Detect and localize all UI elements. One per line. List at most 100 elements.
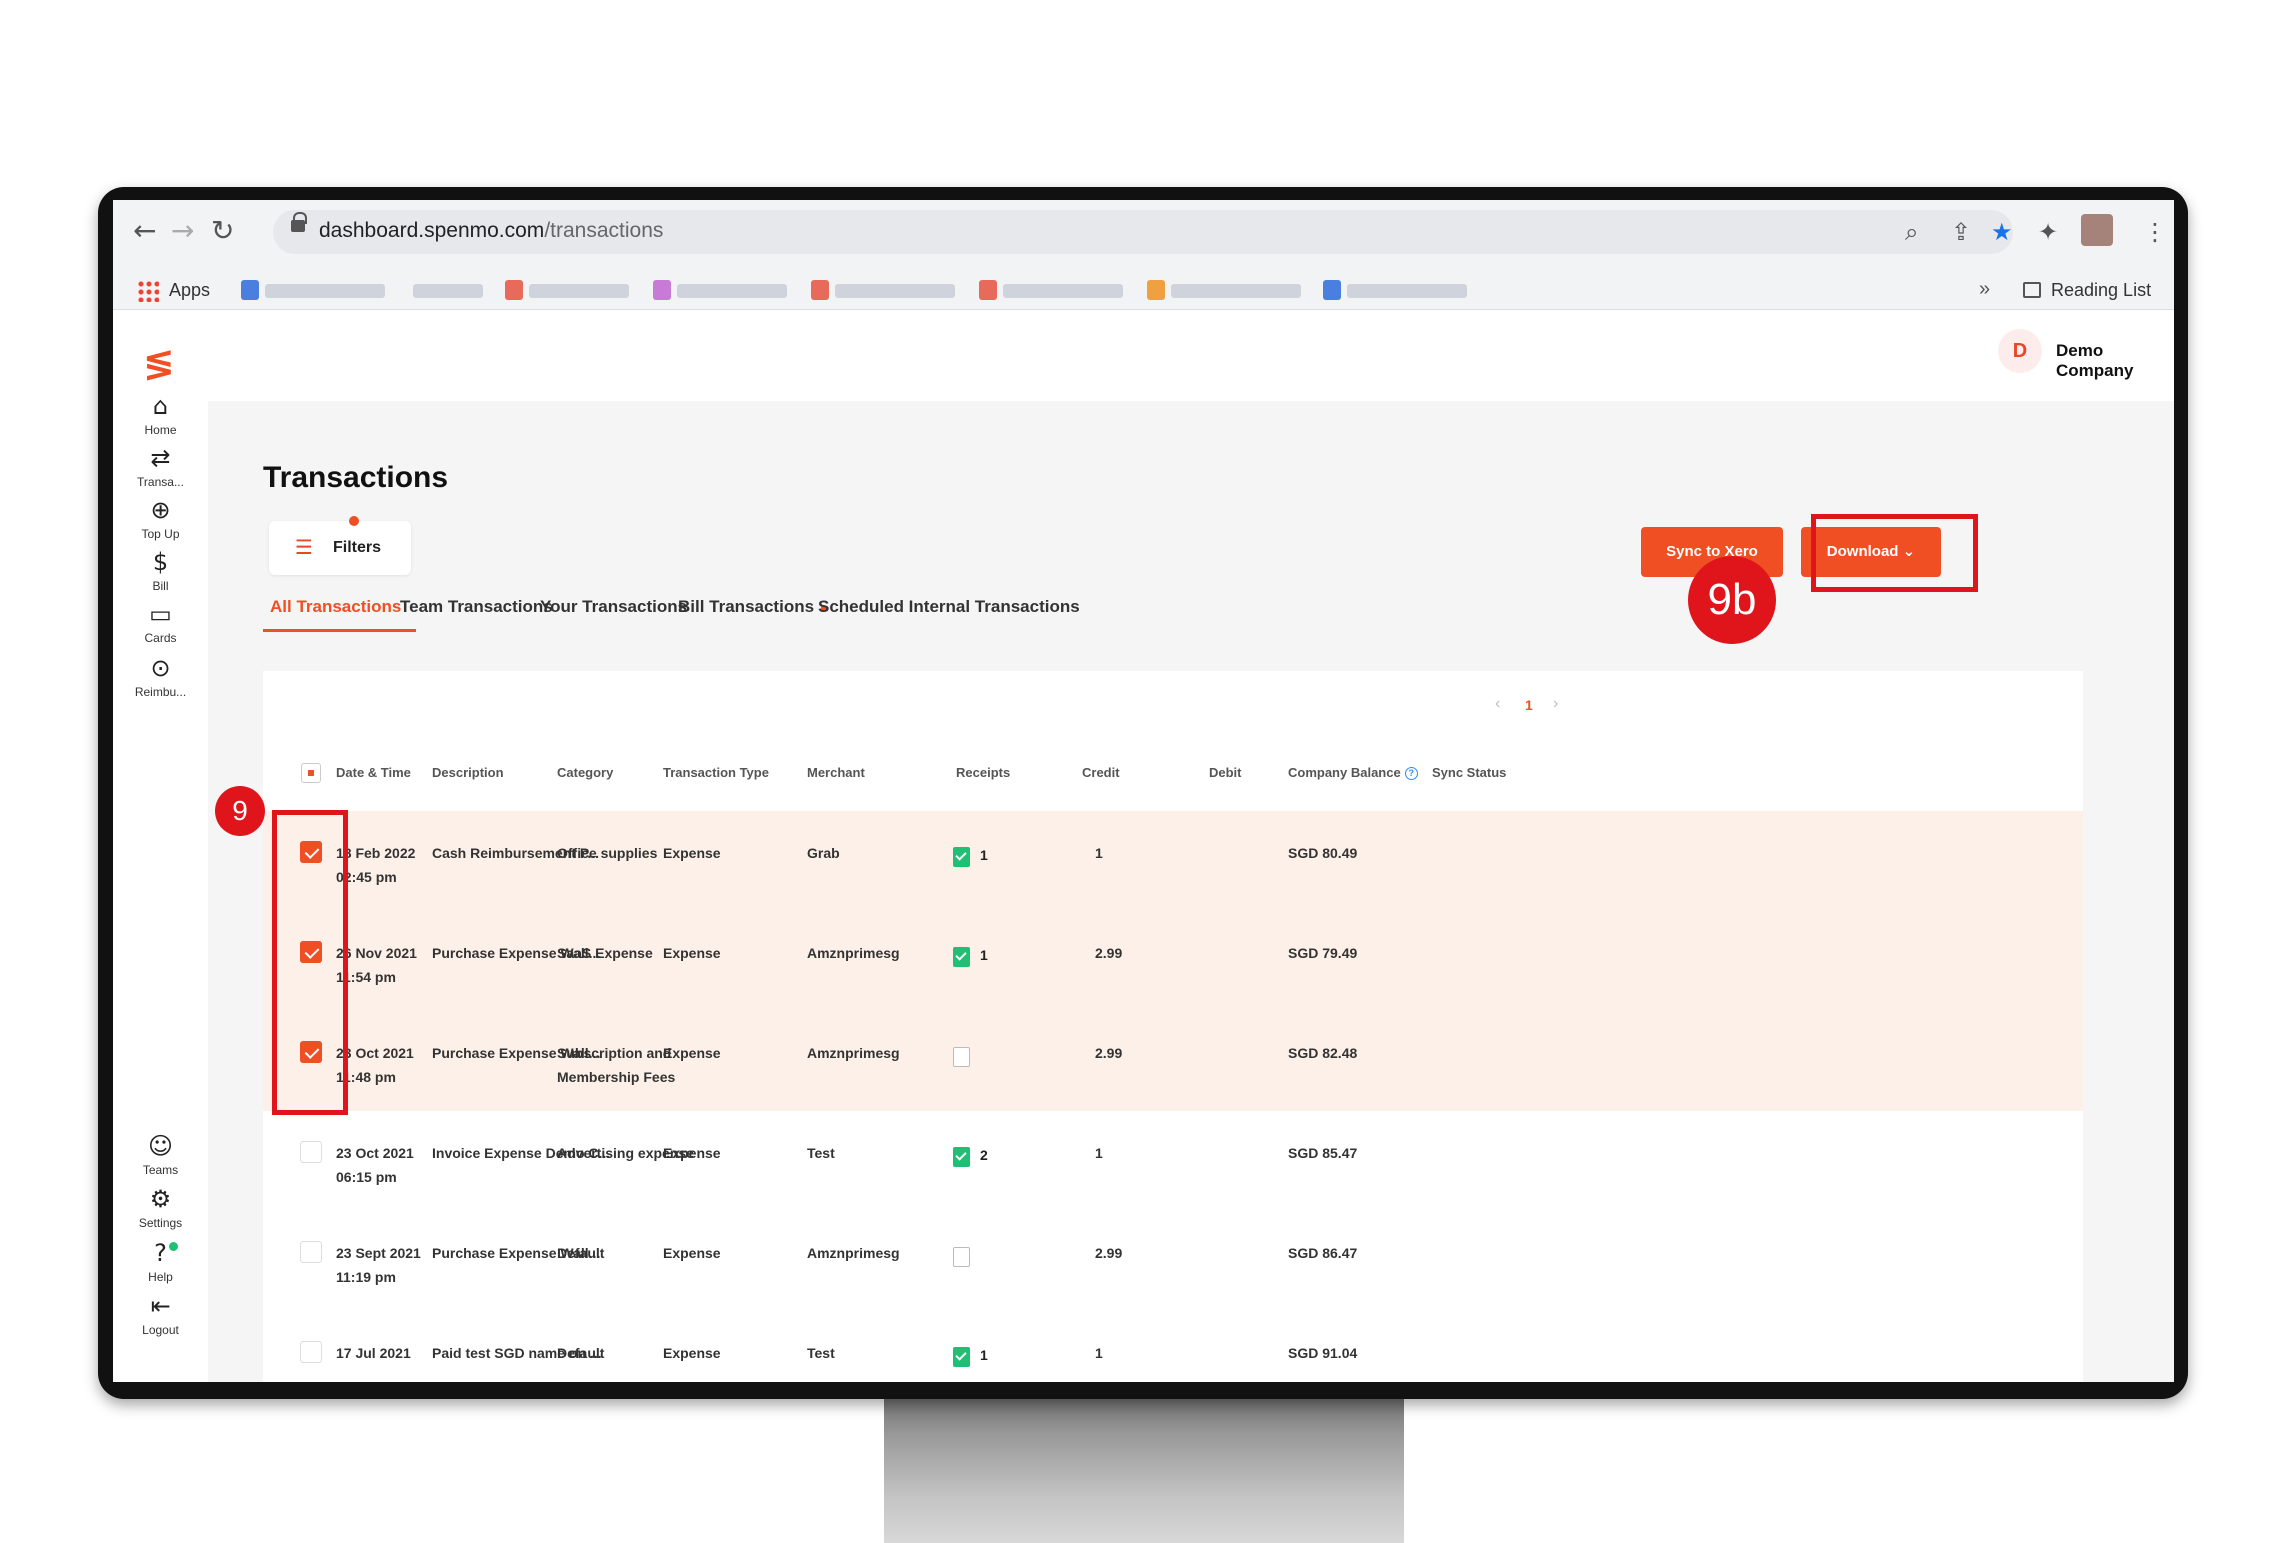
- merchant-cell: Test: [807, 1145, 835, 1161]
- active-tab-indicator: [263, 629, 416, 632]
- extensions-icon[interactable]: ✦: [2038, 218, 2058, 246]
- sidebar-item-bill[interactable]: $ Bill: [113, 547, 208, 593]
- reading-list-icon[interactable]: [2023, 282, 2041, 298]
- date-time-cell: 26 Nov 2021 11:54 pm: [336, 941, 417, 989]
- page-number-current[interactable]: 1: [1525, 697, 1533, 713]
- bookmark-favicon[interactable]: [653, 280, 671, 300]
- table-row[interactable]: 23 Oct 2021 11:48 pm Purchase Expense Wall…: [263, 1011, 2083, 1111]
- sidebar-item-teams[interactable]: ☺ Teams: [113, 1131, 208, 1177]
- forward-icon[interactable]: →: [171, 214, 194, 247]
- date-text: 26 Nov 2021: [336, 945, 417, 961]
- bookmark-blurred[interactable]: [835, 284, 955, 298]
- table-row[interactable]: 26 Nov 2021 11:54 pm Purchase Expense Wall…: [263, 911, 2083, 1011]
- receipt-empty-icon[interactable]: [953, 1247, 970, 1267]
- sidebar-item-topup[interactable]: ⊕ Top Up: [113, 495, 208, 541]
- bookmark-favicon[interactable]: [241, 280, 259, 300]
- bookmark-blurred[interactable]: [1347, 284, 1467, 298]
- credit-cell: 2.99: [1095, 1045, 1123, 1061]
- bookmark-blurred[interactable]: [413, 284, 483, 298]
- receipt-icon[interactable]: [953, 1347, 970, 1367]
- sidebar-item-help[interactable]: ? Help: [113, 1238, 208, 1284]
- column-header: Receipts: [956, 765, 1010, 780]
- sidebar-item-label: Logout: [142, 1323, 179, 1337]
- company-balance-cell: SGD 91.04: [1288, 1345, 1358, 1361]
- tab-bill-transactions[interactable]: Bill Transactions: [678, 597, 828, 617]
- reimbursement-icon: ⊙: [150, 654, 171, 682]
- select-all-checkbox[interactable]: [301, 763, 321, 783]
- row-checkbox[interactable]: [300, 1341, 322, 1363]
- category-text: Default: [557, 1345, 605, 1361]
- sliders-icon: ☰: [295, 535, 313, 559]
- receipt-icon[interactable]: [953, 1147, 970, 1167]
- tab-team-transactions[interactable]: Team Transactions: [400, 597, 553, 617]
- sidebar-item-transa[interactable]: ⇄ Transa...: [113, 443, 208, 489]
- back-icon[interactable]: ←: [133, 214, 156, 247]
- credit-cell: 2.99: [1095, 1245, 1123, 1261]
- tab-scheduled-internal-transactions[interactable]: Scheduled Internal Transactions: [818, 597, 1080, 617]
- bookmark-favicon[interactable]: [1147, 280, 1165, 300]
- column-header-label: Receipts: [956, 765, 1011, 780]
- bookmark-blurred[interactable]: [529, 284, 629, 298]
- bookmark-star-icon[interactable]: ★: [1991, 218, 2013, 246]
- category-cell: Default: [557, 1241, 604, 1265]
- bookmark-blurred[interactable]: [1003, 284, 1123, 298]
- transfer-icon: ⇄: [150, 444, 171, 472]
- sidebar-item-reimbu[interactable]: ⊙ Reimbu...: [113, 653, 208, 699]
- info-icon[interactable]: ?: [1404, 767, 1418, 781]
- apps-bookmark[interactable]: Apps: [169, 280, 210, 301]
- tab-all-transactions[interactable]: All Transactions: [270, 597, 401, 617]
- sidebar-item-settings[interactable]: ⚙ Settings: [113, 1184, 208, 1230]
- sidebar-item-logout[interactable]: ⇤ Logout: [113, 1291, 208, 1337]
- teams-icon: ☺: [147, 1132, 174, 1160]
- sync-annotation-box: [1811, 514, 1978, 592]
- column-header-label: Credit: [1082, 765, 1120, 780]
- share-icon[interactable]: ⇪: [1951, 218, 1971, 246]
- transaction-type-cell: Expense: [663, 1145, 721, 1161]
- zoom-icon[interactable]: ⌕: [1905, 218, 1918, 246]
- bookmark-favicon[interactable]: [505, 280, 523, 300]
- company-balance-cell: SGD 80.49: [1288, 845, 1358, 861]
- column-header-label: Date & Time: [336, 765, 411, 780]
- apps-grid-icon[interactable]: [137, 280, 159, 302]
- tab-your-transactions[interactable]: Your Transactions: [540, 597, 687, 617]
- bookmark-favicon[interactable]: [811, 280, 829, 300]
- column-header: Debit: [1209, 765, 1242, 780]
- bookmark-blurred[interactable]: [1171, 284, 1301, 298]
- page-next-icon[interactable]: ›: [1553, 695, 1558, 713]
- sidebar-item-home[interactable]: ⌂ Home: [113, 391, 208, 437]
- filters-button[interactable]: ☰ Filters: [269, 521, 411, 575]
- reload-icon[interactable]: ↻: [211, 214, 234, 247]
- company-avatar[interactable]: D: [1998, 329, 2042, 373]
- table-row[interactable]: 23 Sept 2021 11:19 pm Purchase Expense Wal…: [263, 1211, 2083, 1311]
- receipt-empty-icon[interactable]: [953, 1047, 970, 1067]
- table-row[interactable]: 23 Oct 2021 06:15 pm Invoice Expense Demo …: [263, 1111, 2083, 1211]
- table-row[interactable]: 17 Jul 2021 Paid test SGD name on ... Defa…: [263, 1311, 2083, 1382]
- reading-list-button[interactable]: Reading List: [2051, 280, 2151, 301]
- url-text[interactable]: dashboard.spenmo.com/transactions: [319, 219, 663, 243]
- company-name[interactable]: Demo Company: [2056, 341, 2174, 381]
- bookmark-favicon[interactable]: [979, 280, 997, 300]
- spenmo-app: ≶ ⌂ Home ⇄ Transa... ⊕ Top Up $ Bill ▭ Cards ⊙ Reim…: [113, 311, 2174, 1382]
- profile-avatar[interactable]: [2081, 214, 2113, 246]
- spenmo-logo[interactable]: ≶: [143, 341, 175, 385]
- row-checkbox[interactable]: [300, 1241, 322, 1263]
- table-row[interactable]: 18 Feb 2022 02:45 pm Cash Reimbursement P.…: [263, 811, 2083, 911]
- receipt-icon[interactable]: [953, 947, 970, 967]
- column-header: Merchant: [807, 765, 865, 780]
- column-header-label: Merchant: [807, 765, 865, 780]
- page-title: Transactions: [263, 461, 449, 494]
- column-header-label: Company Balance: [1288, 765, 1401, 780]
- receipt-icon[interactable]: [953, 847, 970, 867]
- step-badge-9b: 9b: [1688, 556, 1776, 644]
- sidebar-item-cards[interactable]: ▭ Cards: [113, 599, 208, 645]
- bookmarks-overflow[interactable]: »: [1979, 278, 1990, 301]
- bookmark-favicon[interactable]: [1323, 280, 1341, 300]
- row-checkbox[interactable]: [300, 1141, 322, 1163]
- bookmark-blurred[interactable]: [677, 284, 787, 298]
- tab-label: All Transactions: [270, 597, 402, 616]
- page-prev-icon[interactable]: ‹: [1495, 695, 1500, 713]
- sidebar-item-label: Settings: [138, 1216, 183, 1230]
- column-header: Category: [557, 765, 613, 780]
- bookmark-blurred[interactable]: [265, 284, 385, 298]
- menu-kebab-icon[interactable]: ⋮: [2143, 218, 2167, 246]
